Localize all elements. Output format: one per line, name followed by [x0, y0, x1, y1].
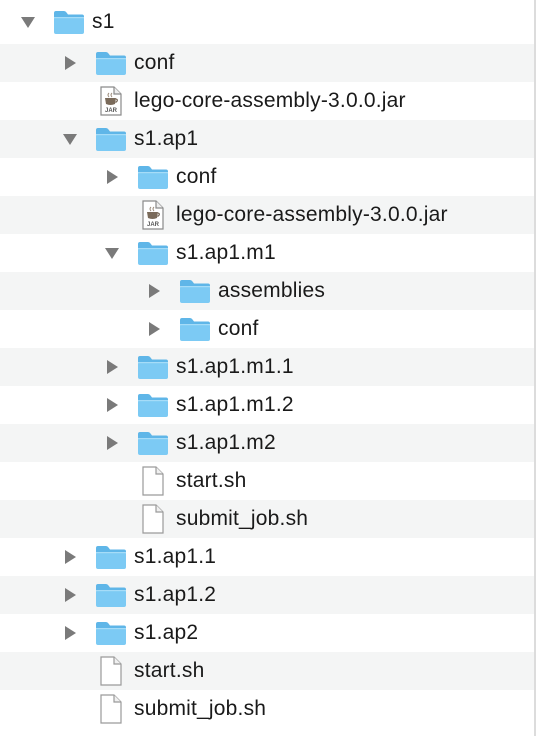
disclosure-closed-icon[interactable]	[144, 281, 164, 301]
tree-row[interactable]: conf	[0, 158, 534, 196]
folder-icon	[178, 276, 212, 306]
disclosure-spacer	[60, 661, 80, 681]
tree-row[interactable]: s1.ap1.m1.1	[0, 348, 534, 386]
tree-row[interactable]: s1.ap1.1	[0, 538, 534, 576]
folder-icon	[94, 542, 128, 572]
disclosure-open-icon[interactable]	[60, 129, 80, 149]
tree-row-label: conf	[176, 165, 217, 188]
tree-row-label: conf	[218, 317, 259, 340]
tree-row-label: s1.ap1.m1.1	[176, 355, 294, 378]
tree-row[interactable]: s1.ap1.m1.2	[0, 386, 534, 424]
tree-row-label: s1.ap1	[134, 127, 199, 150]
disclosure-spacer	[102, 471, 122, 491]
tree-row[interactable]: s1.ap1.m1	[0, 234, 534, 272]
disclosure-closed-icon[interactable]	[60, 623, 80, 643]
tree-row[interactable]: s1.ap1.m2	[0, 424, 534, 462]
folder-icon	[136, 238, 170, 268]
tree-row[interactable]: conf	[0, 310, 534, 348]
disclosure-closed-icon[interactable]	[60, 53, 80, 73]
jar-file-icon: JAR	[94, 86, 128, 116]
tree-row[interactable]: s1	[0, 0, 534, 44]
tree-row-label: s1.ap1.m2	[176, 431, 276, 454]
folder-icon	[136, 162, 170, 192]
disclosure-spacer	[102, 205, 122, 225]
disclosure-closed-icon[interactable]	[60, 547, 80, 567]
tree-row-label: s1.ap1.m1.2	[176, 393, 294, 416]
tree-row-label: s1	[92, 10, 115, 33]
tree-row-label: start.sh	[134, 659, 205, 682]
tree-row[interactable]: JAR lego-core-assembly-3.0.0.jar	[0, 196, 534, 234]
folder-icon	[94, 48, 128, 78]
document-icon	[136, 466, 170, 496]
document-icon	[94, 694, 128, 724]
folder-icon	[178, 314, 212, 344]
jar-file-icon: JAR	[136, 200, 170, 230]
tree-row-label: s1.ap1.2	[134, 583, 217, 606]
document-icon	[94, 656, 128, 686]
document-icon	[136, 504, 170, 534]
disclosure-closed-icon[interactable]	[102, 357, 122, 377]
disclosure-open-icon[interactable]	[102, 243, 122, 263]
folder-icon	[136, 428, 170, 458]
tree-row[interactable]: s1.ap1	[0, 120, 534, 158]
tree-row[interactable]: start.sh	[0, 652, 534, 690]
folder-icon	[136, 390, 170, 420]
tree-row-label: s1.ap2	[134, 621, 199, 644]
tree-row[interactable]: submit_job.sh	[0, 500, 534, 538]
disclosure-closed-icon[interactable]	[102, 433, 122, 453]
tree-row-label: conf	[134, 51, 175, 74]
tree-row-label: s1.ap1.m1	[176, 241, 276, 264]
disclosure-closed-icon[interactable]	[144, 319, 164, 339]
disclosure-spacer	[60, 91, 80, 111]
tree-row[interactable]: start.sh	[0, 462, 534, 500]
tree-row[interactable]: submit_job.sh	[0, 690, 534, 728]
svg-text:JAR: JAR	[147, 222, 160, 228]
disclosure-closed-icon[interactable]	[60, 585, 80, 605]
file-tree: s1 conf JAR lego-core-assembly-3.0.0.jar s1.…	[0, 0, 536, 736]
tree-row-label: submit_job.sh	[176, 507, 309, 530]
folder-icon	[52, 7, 86, 37]
tree-row[interactable]: JAR lego-core-assembly-3.0.0.jar	[0, 82, 534, 120]
disclosure-spacer	[60, 699, 80, 719]
tree-row[interactable]: s1.ap1.2	[0, 576, 534, 614]
tree-row-label: assemblies	[218, 279, 326, 302]
svg-text:JAR: JAR	[105, 108, 118, 114]
tree-row-label: submit_job.sh	[134, 697, 267, 720]
tree-row-label: s1.ap1.1	[134, 545, 217, 568]
tree-row-label: lego-core-assembly-3.0.0.jar	[134, 89, 406, 112]
disclosure-spacer	[102, 509, 122, 529]
tree-row[interactable]: assemblies	[0, 272, 534, 310]
tree-row[interactable]: conf	[0, 44, 534, 82]
tree-row-label: start.sh	[176, 469, 247, 492]
folder-icon	[94, 618, 128, 648]
disclosure-open-icon[interactable]	[18, 12, 38, 32]
disclosure-closed-icon[interactable]	[102, 167, 122, 187]
tree-row[interactable]: s1.ap2	[0, 614, 534, 652]
folder-icon	[94, 124, 128, 154]
folder-icon	[94, 580, 128, 610]
disclosure-closed-icon[interactable]	[102, 395, 122, 415]
tree-row-label: lego-core-assembly-3.0.0.jar	[176, 203, 448, 226]
folder-icon	[136, 352, 170, 382]
